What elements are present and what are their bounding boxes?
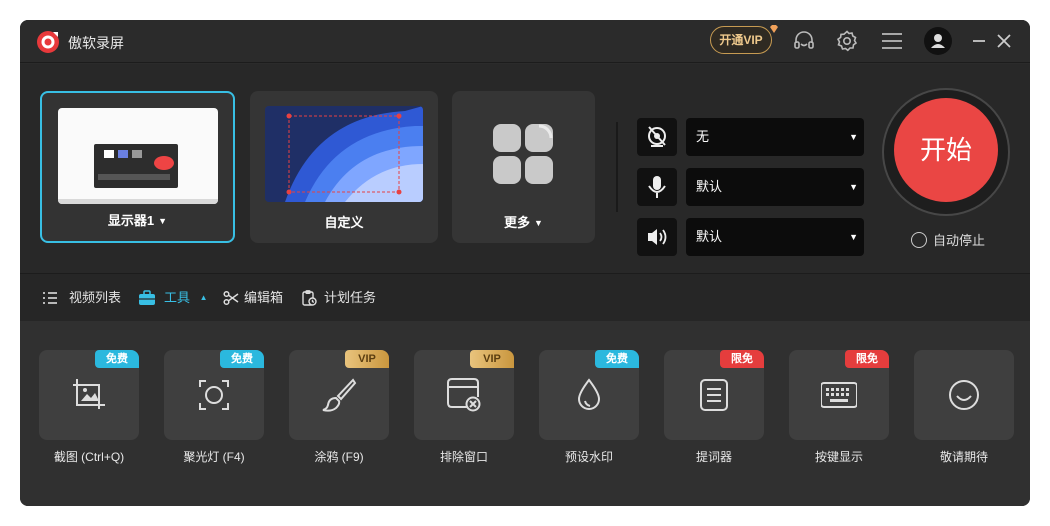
source-card-custom-label: 自定义: [324, 215, 364, 230]
tool-spotlight-label: 聚光灯 (F4): [183, 450, 245, 464]
auto-stop-option[interactable]: 自动停止: [911, 230, 985, 249]
speaker-toggle-button[interactable]: [637, 218, 677, 256]
tool-spotlight[interactable]: 免费 聚光灯 (F4): [164, 350, 264, 465]
watermark-drop-icon: [577, 378, 601, 410]
tool-screenshot[interactable]: 免费 截图 (Ctrl+Q): [39, 350, 139, 465]
dropdown-arrow-icon: ▼: [849, 182, 858, 192]
tab-editor-label: 编辑箱: [244, 290, 284, 305]
chevron-down-icon[interactable]: ▼: [534, 218, 543, 228]
user-avatar[interactable]: [924, 27, 952, 55]
start-recording-button[interactable]: 开始: [894, 98, 998, 202]
tool-key-display-button[interactable]: 限免: [789, 350, 889, 440]
keyboard-icon: [821, 382, 857, 408]
tool-exclude-window-label: 排除窗口: [439, 450, 488, 464]
menu-icon[interactable]: [880, 29, 904, 53]
tool-coming-soon: 敬请期待: [914, 350, 1014, 465]
tab-schedule[interactable]: 计划任务: [301, 274, 376, 322]
free-badge: 免费: [95, 350, 139, 368]
tool-teleprompter-button[interactable]: 限免: [664, 350, 764, 440]
tab-editor[interactable]: 编辑箱: [223, 274, 283, 322]
custom-region-preview: [265, 106, 423, 202]
brush-icon: [322, 378, 357, 412]
tool-doodle-label: 涂鸦 (F9): [314, 450, 364, 464]
microphone-select[interactable]: 默认 ▼: [686, 168, 864, 206]
tab-video-list-label: 视频列表: [69, 290, 122, 305]
tool-doodle-button[interactable]: VIP: [289, 350, 389, 440]
speaker-select[interactable]: 默认 ▼: [686, 218, 864, 256]
source-card-display[interactable]: 显示器1 ▼: [40, 91, 235, 243]
smile-circle-icon: [949, 380, 979, 410]
webcam-toggle-button[interactable]: [637, 118, 677, 156]
user-icon: [931, 34, 945, 48]
title-bar: 傲软录屏 开通VIP: [20, 20, 1030, 63]
exclude-window-icon: [447, 378, 481, 412]
tool-exclude-window-button[interactable]: VIP: [414, 350, 514, 440]
free-badge: 免费: [595, 350, 639, 368]
list-icon: [43, 292, 57, 304]
microphone-icon: [648, 176, 666, 198]
spotlight-icon: [199, 380, 229, 410]
tool-key-display[interactable]: 限免 按键显示: [789, 350, 889, 465]
vip-badge: VIP: [345, 350, 389, 368]
speaker-select-value: 默认: [696, 229, 723, 244]
tool-key-display-label: 按键显示: [814, 450, 863, 464]
grid-apps-icon: [493, 124, 553, 184]
tool-coming-soon-tile: [914, 350, 1014, 440]
tool-doodle[interactable]: VIP 涂鸦 (F9): [289, 350, 389, 465]
toolbox-icon: [139, 290, 155, 305]
vertical-divider: [616, 122, 618, 212]
diamond-icon: [770, 25, 778, 33]
crop-icon: [73, 379, 105, 409]
tools-panel: 免费 截图 (Ctrl+Q) 免费 聚光灯 (F4) VIP 涂鸦 (F9) V…: [20, 321, 1030, 506]
source-card-more[interactable]: 更多 ▼: [452, 91, 595, 243]
headset-support-icon[interactable]: [792, 29, 816, 53]
webcam-select-value: 无: [696, 129, 710, 144]
tool-exclude-window[interactable]: VIP 排除窗口: [414, 350, 514, 465]
tab-tools[interactable]: 工具 ▲: [138, 274, 208, 322]
dropdown-arrow-icon: ▼: [849, 232, 858, 242]
free-badge: 免费: [220, 350, 264, 368]
tool-watermark-button[interactable]: 免费: [539, 350, 639, 440]
source-card-custom[interactable]: 自定义: [250, 91, 438, 243]
webcam-off-icon: [648, 126, 666, 147]
speaker-icon: [648, 229, 667, 245]
app-logo-icon: [37, 31, 59, 53]
source-card-more-label: 更多 ▼: [504, 215, 543, 230]
tool-watermark[interactable]: 免费 预设水印: [539, 350, 639, 465]
source-card-display-label: 显示器1 ▼: [107, 213, 168, 228]
auto-stop-radio[interactable]: [911, 232, 927, 248]
chevron-up-icon: ▲: [199, 293, 208, 302]
dropdown-arrow-icon: ▼: [849, 132, 858, 142]
tool-watermark-label: 预设水印: [564, 450, 613, 464]
vip-badge: VIP: [470, 350, 514, 368]
bottom-tab-bar: 视频列表 工具 ▲ 编辑箱 计划任务: [20, 273, 1030, 321]
teleprompter-icon: [700, 379, 728, 411]
limited-free-badge: 限免: [845, 350, 889, 368]
display-preview-thumbnail: [58, 108, 218, 204]
schedule-clipboard-icon: [302, 290, 317, 306]
tool-teleprompter-label: 提词器: [695, 450, 732, 464]
tool-screenshot-label: 截图 (Ctrl+Q): [53, 450, 125, 464]
auto-stop-label: 自动停止: [933, 233, 986, 248]
tool-spotlight-button[interactable]: 免费: [164, 350, 264, 440]
tab-tools-label: 工具: [164, 290, 191, 305]
minimize-icon[interactable]: [967, 29, 991, 53]
tab-video-list[interactable]: 视频列表: [42, 274, 121, 322]
webcam-select[interactable]: 无 ▼: [686, 118, 864, 156]
open-vip-button[interactable]: 开通VIP: [710, 26, 772, 54]
settings-gear-icon[interactable]: [835, 29, 859, 53]
app-window: 傲软录屏 开通VIP 显示器1 ▼ 自定义 更多 ▼ 无 ▼ 默认 ▼ 默认 ▼…: [20, 20, 1030, 506]
recording-source-panel: 显示器1 ▼ 自定义 更多 ▼ 无 ▼ 默认 ▼ 默认 ▼ 开始 自动停止: [20, 64, 1030, 273]
scissors-icon: [223, 290, 239, 306]
tab-schedule-label: 计划任务: [324, 290, 377, 305]
close-icon[interactable]: [992, 29, 1016, 53]
microphone-select-value: 默认: [696, 179, 723, 194]
app-title: 傲软录屏: [68, 35, 124, 51]
chevron-down-icon[interactable]: ▼: [158, 216, 167, 226]
tool-screenshot-button[interactable]: 免费: [39, 350, 139, 440]
tool-teleprompter[interactable]: 限免 提词器: [664, 350, 764, 465]
microphone-toggle-button[interactable]: [637, 168, 677, 206]
limited-free-badge: 限免: [720, 350, 764, 368]
tool-coming-soon-label: 敬请期待: [939, 450, 988, 464]
